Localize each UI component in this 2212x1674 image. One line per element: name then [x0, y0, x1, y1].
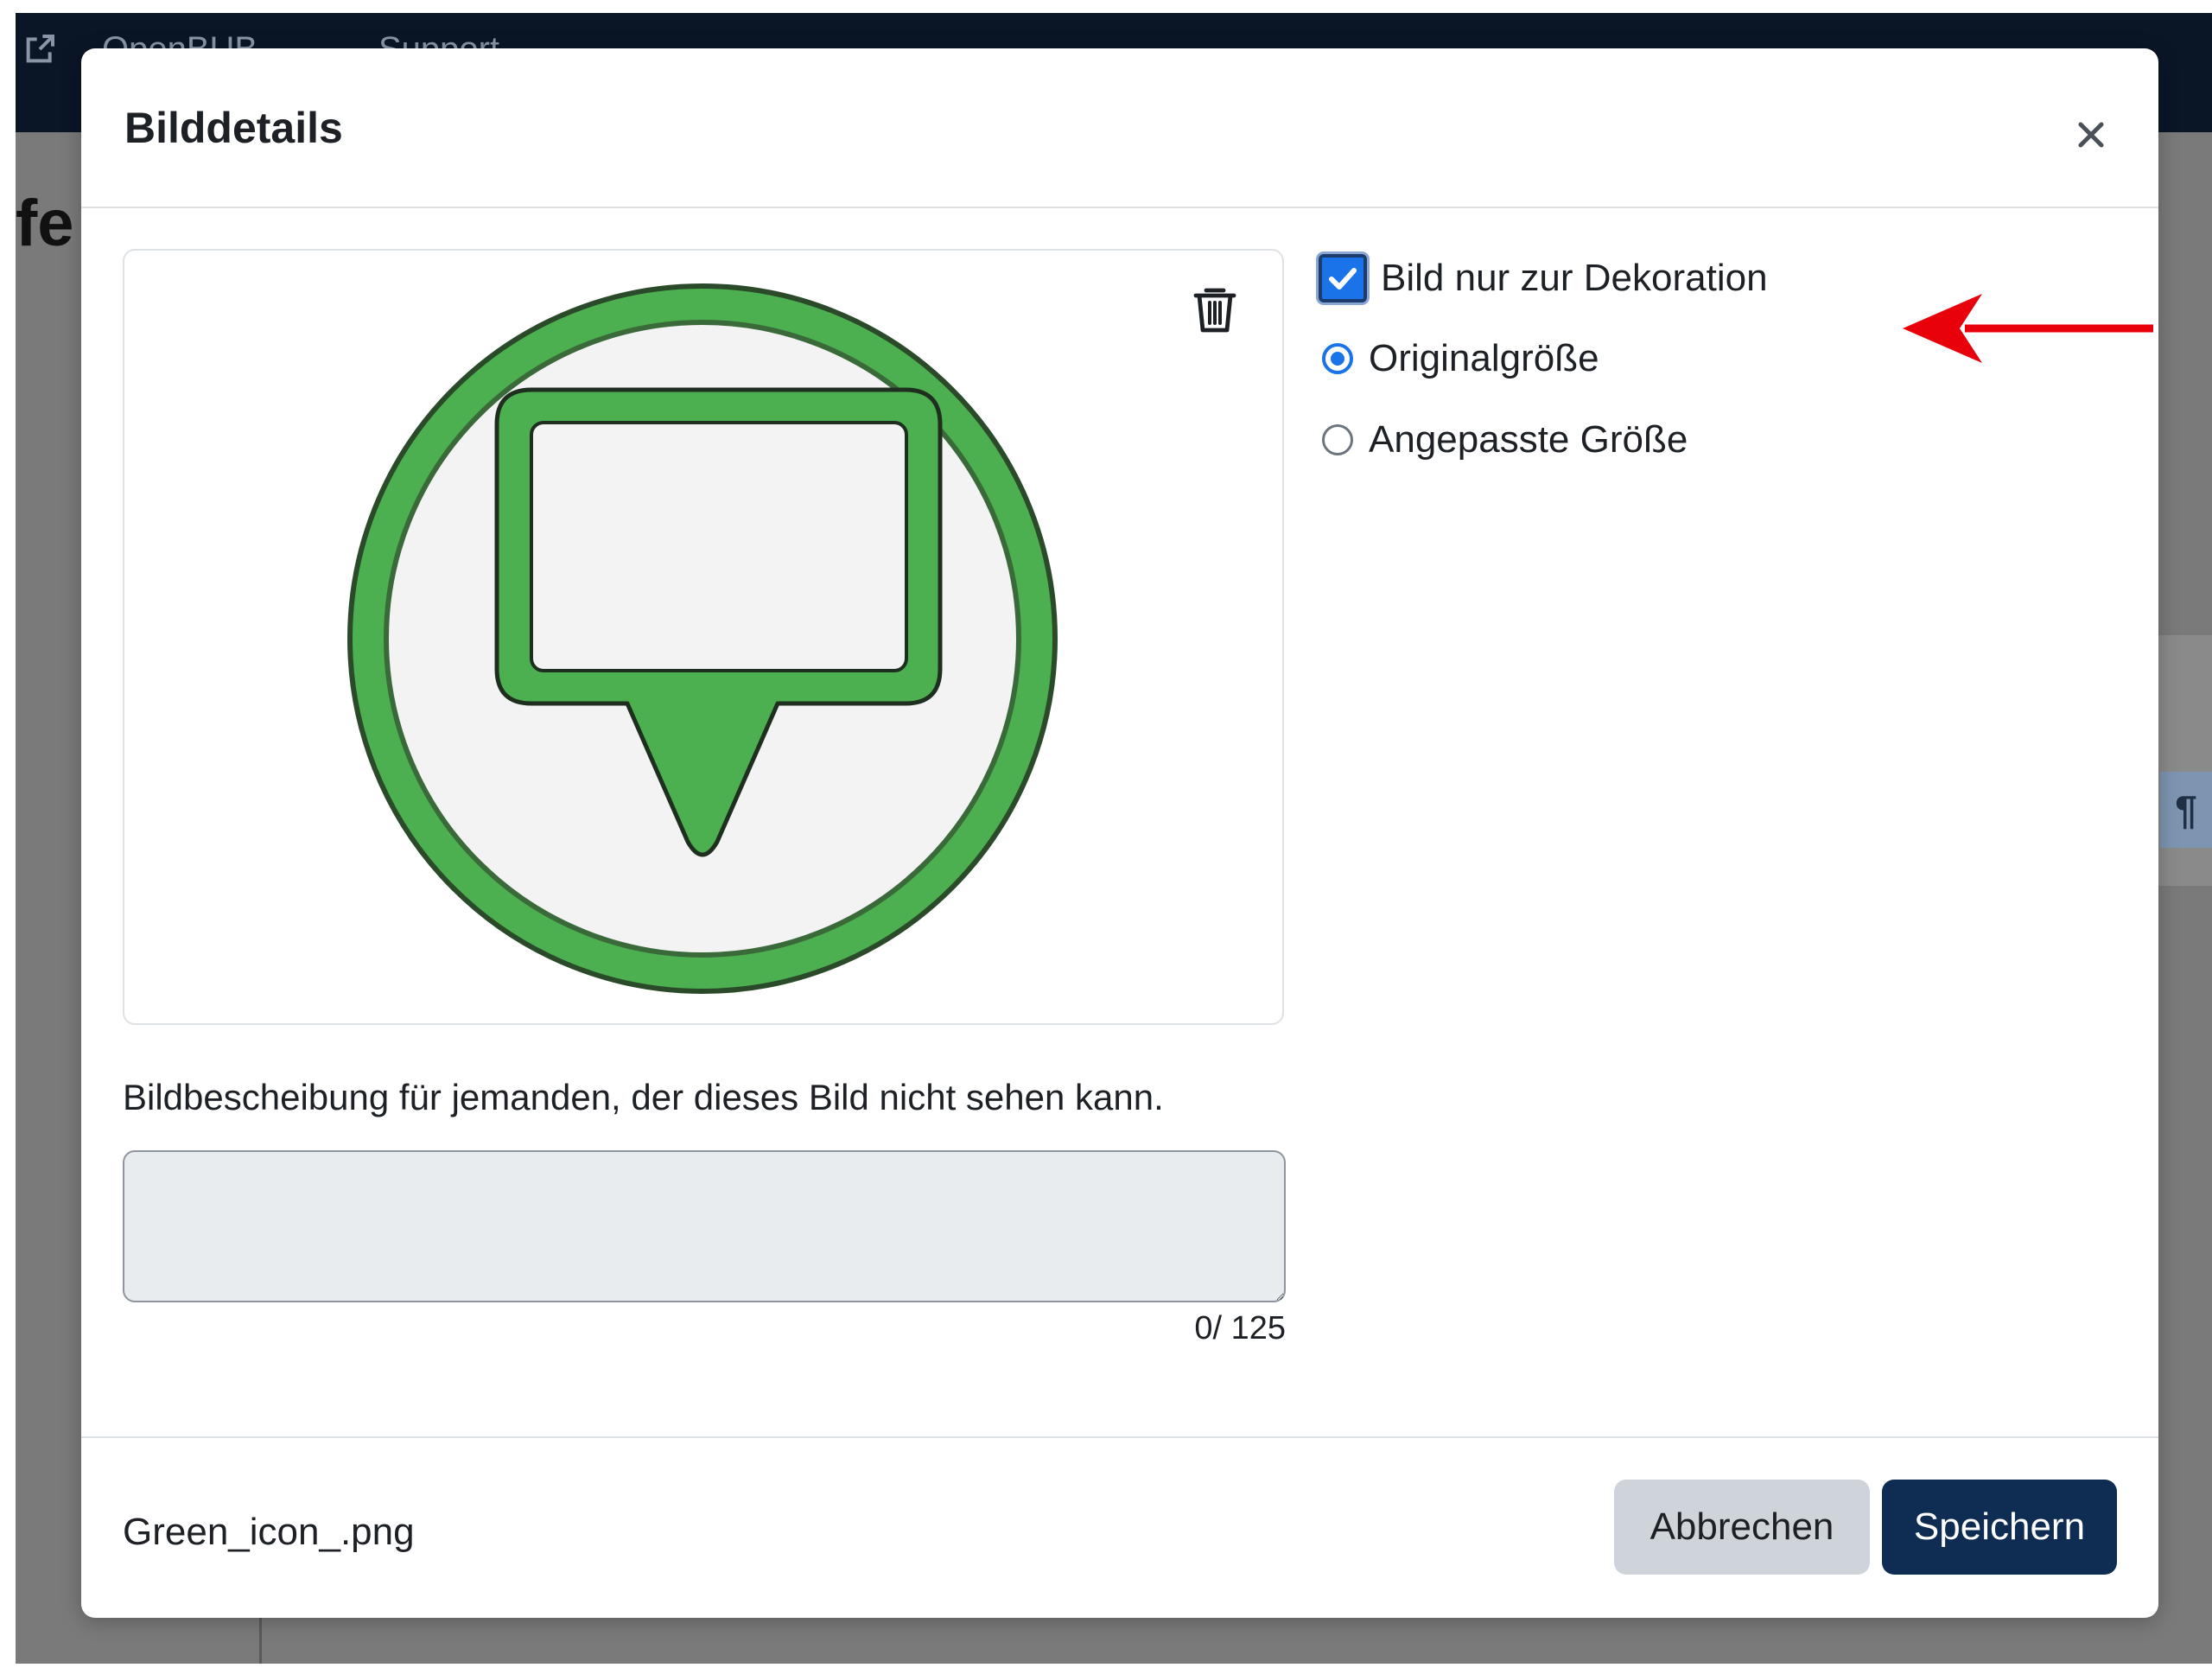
decorative-label: Bild nur zur Dekoration [1381, 257, 1768, 299]
size-original-radio[interactable] [1322, 343, 1353, 374]
modal-title: Bilddetails [124, 104, 343, 152]
delete-image-button[interactable] [1191, 283, 1239, 335]
size-original-option[interactable]: Originalgröße [1319, 337, 1599, 380]
decorative-option[interactable]: Bild nur zur Dekoration [1319, 254, 1768, 302]
cancel-button[interactable]: Abbrechen [1614, 1480, 1870, 1575]
close-icon [2078, 122, 2104, 148]
annotation-arrow [1903, 294, 2153, 363]
modal-header: Bilddetails [81, 48, 2158, 208]
external-link-icon [26, 35, 54, 63]
size-original-label: Originalgröße [1369, 337, 1599, 379]
character-counter: 0/ 125 [1194, 1310, 1286, 1346]
speech-bubble-image [347, 283, 1058, 994]
background-panel [2150, 635, 2212, 886]
background-heading: fe [16, 187, 74, 260]
checkmark-icon [1329, 268, 1357, 290]
size-custom-radio[interactable] [1322, 424, 1353, 455]
save-button[interactable]: Speichern [1882, 1480, 2117, 1575]
description-textarea[interactable] [123, 1150, 1286, 1302]
file-name: Green_icon_.png [123, 1511, 415, 1553]
pilcrow-button[interactable]: ¶ [2160, 772, 2212, 848]
description-label: Bildbescheibung für jemanden, der dieses… [123, 1077, 1164, 1117]
close-button[interactable] [2065, 109, 2117, 161]
decorative-checkbox[interactable] [1319, 254, 1367, 302]
size-custom-option[interactable]: Angepasste Größe [1319, 418, 1688, 461]
modal-footer: Green_icon_.png Abbrechen Speichern [81, 1436, 2158, 1618]
size-custom-label: Angepasste Größe [1369, 418, 1688, 461]
image-details-dialog: Bilddetails Bild nur zur Dekoration Orig… [81, 48, 2158, 1618]
trash-icon [1193, 288, 1236, 333]
image-preview [123, 249, 1284, 1025]
